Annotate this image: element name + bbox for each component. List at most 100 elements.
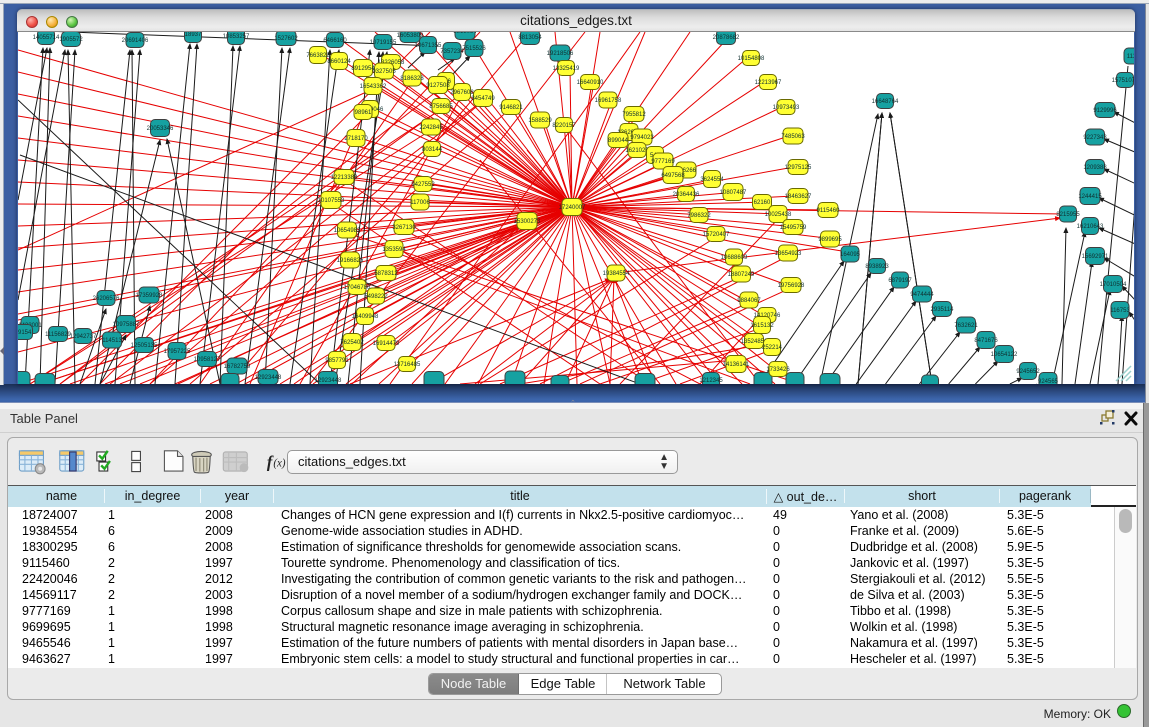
svg-text:18937: 18937	[185, 32, 202, 38]
svg-text:9794023: 9794023	[630, 135, 654, 141]
svg-text:1112: 1112	[1127, 54, 1134, 60]
svg-text:114513: 114513	[102, 338, 122, 344]
svg-text:10807487: 10807487	[720, 190, 747, 196]
svg-text:15300273: 15300273	[514, 219, 541, 225]
svg-text:1527602: 1527602	[274, 36, 298, 42]
svg-text:9777169: 9777169	[651, 159, 675, 165]
svg-text:10958127: 10958127	[194, 357, 221, 363]
svg-text:20364436: 20364436	[673, 192, 700, 198]
svg-text:1209388: 1209388	[1083, 165, 1107, 171]
svg-text:10973493: 10973493	[773, 105, 800, 111]
svg-text:2242845: 2242845	[419, 125, 443, 131]
svg-text:9146821: 9146821	[499, 105, 523, 111]
svg-text:15720407: 15720407	[703, 232, 730, 238]
svg-text:8454749: 8454749	[471, 96, 495, 102]
svg-text:12975125: 12975125	[785, 165, 812, 171]
svg-text:8660124: 8660124	[327, 59, 351, 65]
svg-text:1212345: 1212345	[699, 378, 723, 384]
svg-text:19218506: 19218506	[547, 51, 574, 57]
svg-text:12942737: 12942737	[70, 334, 97, 340]
svg-text:13716485: 13716485	[394, 362, 421, 368]
svg-text:9115460: 9115460	[817, 208, 841, 214]
svg-text:20053346: 20053346	[147, 126, 174, 132]
svg-text:9857791: 9857791	[325, 358, 349, 364]
svg-text:12505135: 12505135	[131, 343, 158, 349]
svg-text:5498222: 5498222	[364, 294, 388, 300]
svg-text:1733426: 1733426	[766, 367, 790, 373]
svg-text:17046786: 17046786	[344, 285, 371, 291]
svg-text:15495759: 15495759	[780, 225, 807, 231]
svg-text:7625402: 7625402	[340, 340, 364, 346]
svg-text:19384554: 19384554	[603, 271, 630, 277]
svg-text:2935114: 2935114	[931, 307, 955, 313]
svg-text:19756928: 19756928	[778, 283, 805, 289]
svg-text:1588529: 1588529	[528, 118, 552, 124]
svg-text:1244415: 1244415	[1078, 194, 1102, 200]
svg-text:14055714: 14055714	[33, 35, 60, 41]
svg-text:16210643: 16210643	[1077, 224, 1104, 230]
svg-text:18807249: 18807249	[728, 272, 755, 278]
svg-text:252214: 252214	[762, 345, 783, 351]
svg-text:8471676: 8471676	[974, 338, 998, 344]
svg-text:9227343: 9227343	[1083, 135, 1107, 141]
svg-text:10719155: 10719155	[370, 40, 397, 46]
svg-text:164095: 164095	[840, 252, 861, 258]
svg-text:7485063: 7485063	[781, 134, 805, 140]
svg-text:8938923: 8938923	[865, 264, 889, 270]
svg-text:16409948: 16409948	[352, 314, 379, 320]
svg-text:16914479: 16914479	[373, 341, 400, 347]
svg-text:1905572: 1905572	[59, 37, 83, 43]
svg-text:9327505: 9327505	[372, 69, 396, 75]
svg-text:16053809: 16053809	[397, 33, 424, 39]
svg-text:8186328: 8186328	[400, 76, 424, 82]
svg-text:8813054: 8813054	[453, 32, 477, 35]
svg-text:116753: 116753	[1110, 308, 1130, 314]
svg-text:11156829: 11156829	[45, 332, 71, 338]
svg-text:20691406: 20691406	[122, 38, 149, 44]
svg-text:10671355: 10671355	[415, 43, 442, 49]
svg-text:12923448: 12923448	[255, 375, 282, 381]
svg-text:1353594: 1353594	[382, 247, 406, 253]
svg-text:9884067: 9884067	[737, 298, 761, 304]
svg-text:9474444: 9474444	[910, 292, 934, 298]
svg-text:13654923: 13654923	[775, 251, 802, 257]
svg-text:1621025: 1621025	[625, 148, 649, 154]
svg-text:17010504: 17010504	[1100, 282, 1127, 288]
svg-text:98961: 98961	[355, 110, 372, 116]
svg-text:9427552: 9427552	[411, 182, 435, 188]
svg-text:10688609: 10688609	[721, 255, 748, 261]
svg-text:7955812: 7955812	[622, 112, 646, 118]
svg-text:3624554: 3624554	[700, 177, 724, 183]
svg-text:8215955: 8215955	[1056, 212, 1080, 218]
svg-text:924565: 924565	[1038, 379, 1059, 384]
svg-text:6466160: 6466160	[323, 38, 347, 44]
svg-text:8813054: 8813054	[518, 35, 542, 41]
svg-text:15751074: 15751074	[1112, 78, 1134, 84]
svg-text:10975887: 10975887	[113, 322, 140, 328]
svg-text:9129996: 9129996	[1093, 108, 1117, 114]
svg-text:10107553: 10107553	[318, 198, 345, 204]
svg-text:13325419: 13325419	[553, 66, 580, 72]
svg-text:10853257: 10853257	[223, 34, 250, 40]
svg-text:10654122: 10654122	[991, 352, 1018, 358]
svg-text:5878312: 5878312	[374, 271, 398, 277]
svg-text:12213383: 12213383	[331, 175, 358, 181]
svg-text:12213967: 12213967	[755, 80, 782, 86]
svg-text:803144: 803144	[422, 147, 443, 153]
svg-text:16640910: 16640910	[577, 80, 604, 86]
svg-text:17359928: 17359928	[136, 293, 163, 299]
svg-text:8220157: 8220157	[552, 123, 576, 129]
svg-text:10654983: 10654983	[334, 228, 361, 234]
svg-text:16648764: 16648764	[872, 99, 899, 105]
svg-text:7986322: 7986322	[687, 213, 711, 219]
svg-text:26206576: 26206576	[93, 296, 120, 302]
svg-text:1615132: 1615132	[750, 323, 774, 329]
svg-text:7357234: 7357234	[440, 49, 464, 55]
svg-text:7632621: 7632621	[954, 323, 978, 329]
svg-text:15692971: 15692971	[1082, 254, 1109, 260]
svg-text:117006: 117006	[410, 200, 430, 206]
svg-text:14136141: 14136141	[723, 362, 750, 368]
svg-text:9245652: 9245652	[1016, 369, 1040, 375]
svg-text:19166825: 19166825	[337, 258, 364, 264]
svg-text:6879197: 6879197	[888, 278, 912, 284]
